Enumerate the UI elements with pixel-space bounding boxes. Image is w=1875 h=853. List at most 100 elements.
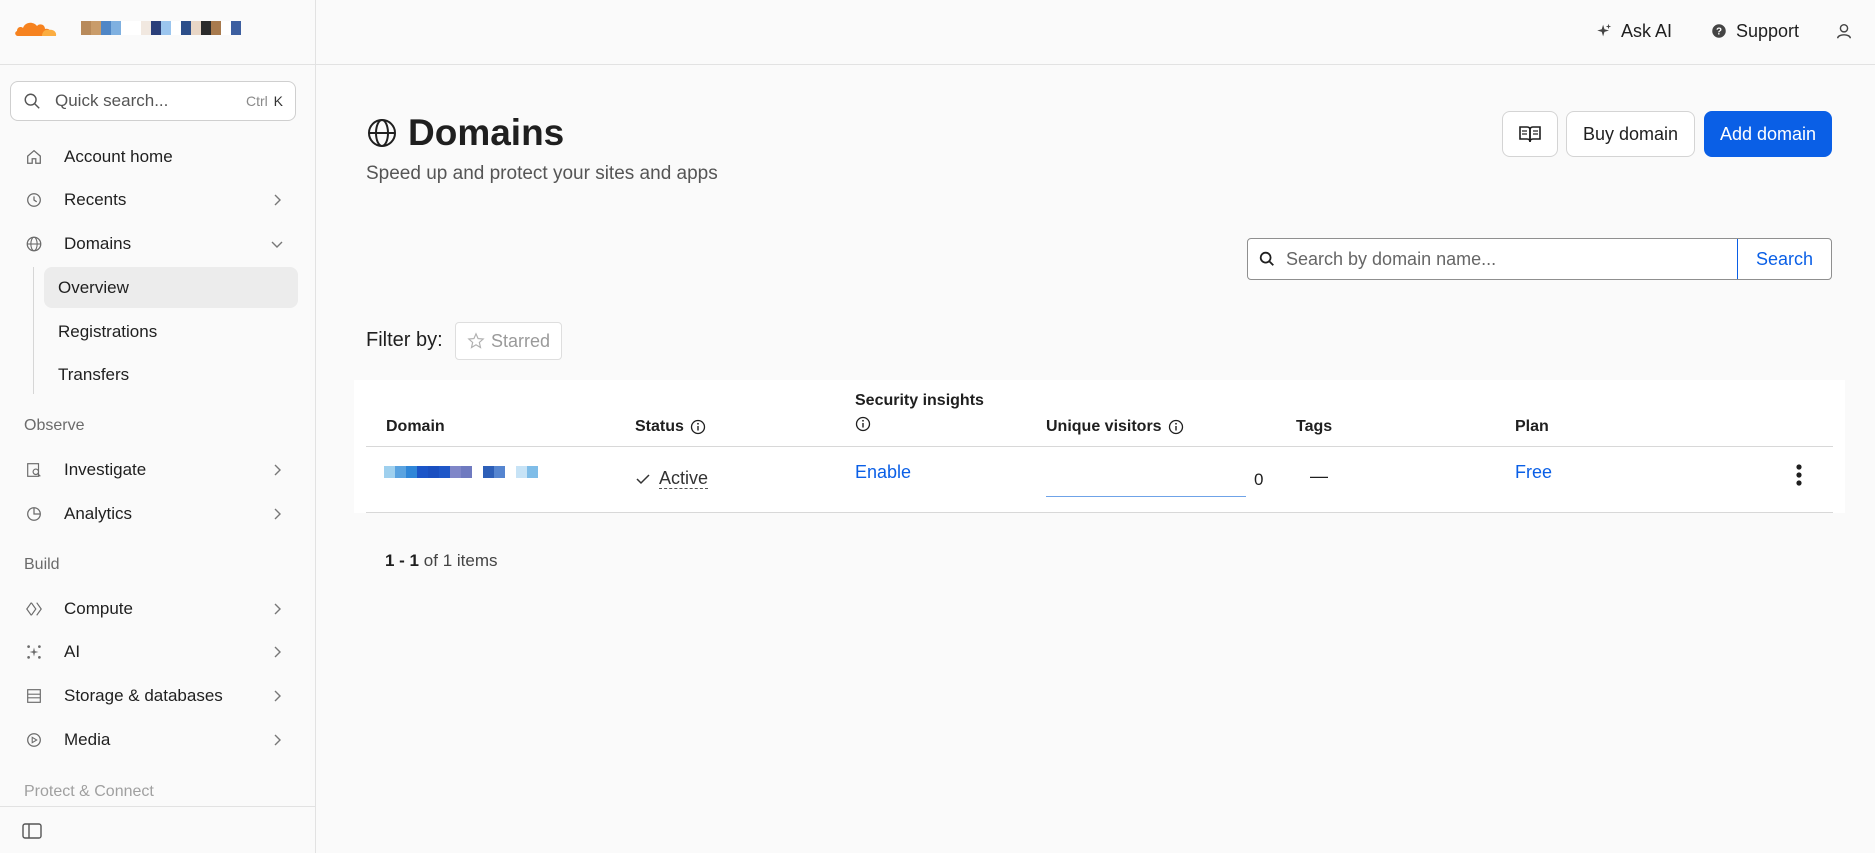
sidebar-item-storage[interactable]: Storage & databases	[10, 677, 298, 715]
sidebar-subitem-overview[interactable]: Overview	[44, 267, 298, 308]
tags-empty: —	[1310, 466, 1328, 486]
domain-name-redacted[interactable]	[384, 466, 538, 478]
col-header-domain[interactable]: Domain	[386, 418, 445, 436]
redacted-pixel	[428, 466, 439, 478]
sidebar-item-analytics[interactable]: Analytics	[10, 495, 298, 533]
page-subtitle: Speed up and protect your sites and apps	[366, 163, 718, 184]
redacted-pixel	[505, 466, 516, 478]
storage-icon	[24, 686, 44, 706]
globe-icon	[368, 119, 396, 147]
redacted-pixel	[461, 466, 472, 478]
redacted-pixel	[417, 466, 428, 478]
redacted-pixel	[101, 21, 111, 35]
sidebar-item-label: Storage & databases	[64, 686, 223, 705]
sidebar-item-ai[interactable]: AI	[10, 633, 298, 671]
redacted-pixel	[494, 466, 505, 478]
domain-search-placeholder: Search by domain name...	[1286, 248, 1497, 269]
book-icon	[1519, 126, 1541, 143]
user-menu-button[interactable]	[1835, 16, 1853, 46]
analytics-icon	[24, 504, 44, 524]
sidebar-footer	[0, 806, 316, 853]
redacted-pixel	[211, 21, 221, 35]
sidebar-item-account-home[interactable]: Account home	[10, 138, 298, 176]
redacted-pixel	[181, 21, 191, 35]
redacted-pixel	[231, 21, 241, 35]
check-icon	[636, 473, 650, 484]
sidebar-header	[0, 0, 315, 65]
cloudflare-logo-icon[interactable]	[12, 16, 60, 40]
page-title: Domains	[366, 112, 564, 154]
sidebar-item-label: Recents	[64, 190, 127, 209]
redacted-pixel	[384, 466, 395, 478]
shortcut-hint: Ctrl K	[245, 93, 283, 109]
info-icon[interactable]	[855, 416, 871, 432]
col-header-plan[interactable]: Plan	[1515, 418, 1549, 436]
redacted-pixel	[221, 21, 231, 35]
col-header-status[interactable]: Status	[635, 418, 706, 436]
info-icon[interactable]	[690, 419, 706, 435]
status-active-label[interactable]: Active	[659, 468, 709, 489]
investigate-icon	[24, 460, 44, 480]
buy-domain-button[interactable]: Buy domain	[1566, 111, 1695, 157]
history-icon	[24, 190, 44, 210]
section-build: Build	[24, 556, 60, 573]
ask-ai-label: Ask AI	[1621, 20, 1673, 41]
section-protect-connect: Protect & Connect	[24, 783, 154, 800]
sidebar-item-label: Analytics	[64, 504, 133, 523]
top-bar: Ask AI ? Support	[316, 0, 1875, 65]
page-title-text: Domains	[408, 112, 565, 153]
col-header-tags[interactable]: Tags	[1296, 418, 1332, 436]
starred-filter-button[interactable]: Starred	[455, 322, 562, 360]
domain-search: Search by domain name... Search	[1247, 238, 1832, 280]
sidebar-subitem-transfers[interactable]: Transfers	[44, 354, 298, 395]
redacted-pixel	[91, 21, 101, 35]
enable-security-link[interactable]: Enable	[855, 462, 911, 483]
row-actions-menu-icon[interactable]	[1788, 460, 1810, 490]
table-divider	[366, 512, 1833, 513]
globe-icon	[24, 234, 44, 254]
search-icon	[24, 93, 40, 109]
redacted-pixel	[81, 21, 91, 35]
star-icon	[467, 332, 485, 349]
redacted-pixel	[141, 21, 151, 35]
info-icon[interactable]	[1168, 419, 1184, 435]
sidebar-item-media[interactable]: Media	[10, 721, 298, 759]
filter-label: Filter by:	[366, 329, 443, 351]
add-domain-button[interactable]: Add domain	[1704, 111, 1832, 157]
redacted-pixel	[121, 21, 131, 35]
redacted-pixel	[483, 466, 494, 478]
col-header-security-insights[interactable]: Security insights	[855, 392, 984, 432]
quick-search-input[interactable]: Quick search... Ctrl K	[10, 81, 296, 121]
redacted-pixel	[131, 21, 141, 35]
chevron-right-icon	[274, 646, 281, 658]
support-button[interactable]: ? Support	[1710, 16, 1799, 46]
domain-search-input[interactable]: Search by domain name...	[1248, 239, 1737, 279]
starred-label: Starred	[491, 330, 551, 351]
user-icon	[1836, 23, 1852, 39]
docs-button[interactable]	[1502, 111, 1558, 157]
sidebar-item-domains[interactable]: Domains	[10, 225, 298, 263]
col-header-unique-visitors[interactable]: Unique visitors	[1046, 418, 1184, 436]
sidebar-item-label: Compute	[64, 599, 133, 618]
sidebar-item-compute[interactable]: Compute	[10, 590, 298, 628]
sidebar-subitem-label: Overview	[58, 277, 129, 297]
plan-link[interactable]: Free	[1515, 462, 1552, 483]
sidebar-item-recents[interactable]: Recents	[10, 181, 298, 219]
sidebar-collapse-icon[interactable]	[22, 823, 42, 839]
visitors-count: 0	[1254, 470, 1264, 489]
sidebar-item-investigate[interactable]: Investigate	[10, 451, 298, 489]
redacted-pixel	[171, 21, 181, 35]
account-name-redacted[interactable]	[81, 21, 241, 35]
home-icon	[24, 147, 44, 167]
search-button[interactable]: Search	[1737, 239, 1831, 279]
status-cell: Active	[635, 468, 709, 489]
sidebar-item-label: AI	[64, 642, 81, 661]
sidebar-subitem-label: Registrations	[58, 321, 158, 341]
ask-ai-button[interactable]: Ask AI	[1595, 16, 1672, 46]
quick-search-placeholder: Quick search...	[55, 91, 169, 110]
redacted-pixel	[151, 21, 161, 35]
redacted-pixel	[472, 466, 483, 478]
sidebar-subitem-registrations[interactable]: Registrations	[44, 311, 298, 352]
help-icon: ?	[1712, 24, 1726, 38]
domains-table: Domain Status Security insights Unique v…	[354, 380, 1845, 513]
